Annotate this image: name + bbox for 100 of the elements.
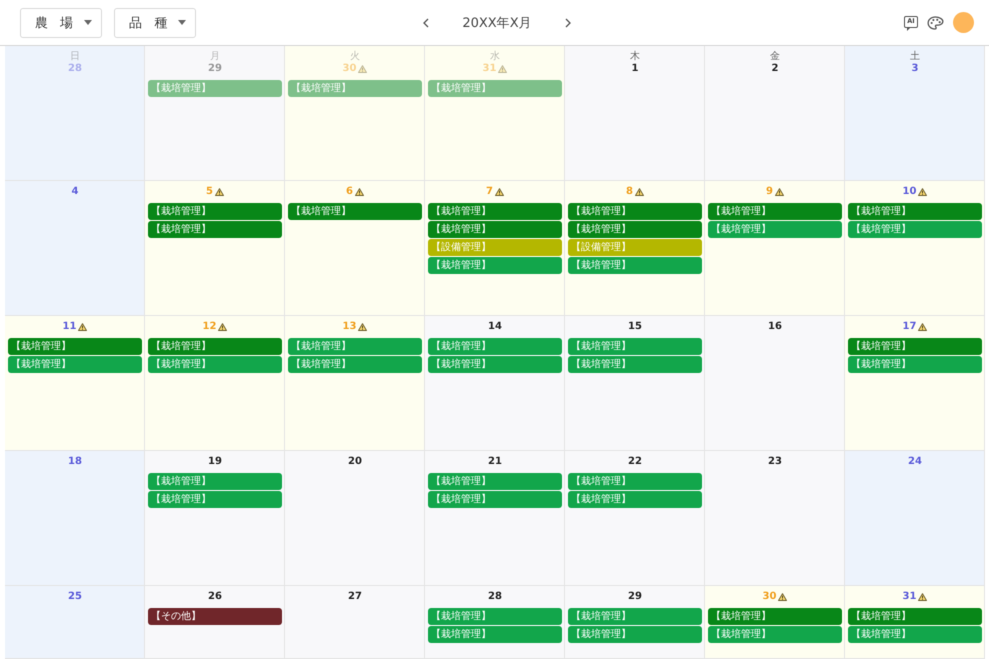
calendar-event[interactable]: 【栽培管理】 (568, 608, 702, 625)
date-number: 30 (762, 591, 776, 603)
date-number: 15 (628, 321, 642, 333)
filter-dropdown[interactable]: 品 種 (114, 8, 196, 38)
calendar-event[interactable]: 【栽培管理】 (428, 221, 562, 238)
calendar-event[interactable]: 【栽培管理】 (848, 338, 982, 355)
calendar-event[interactable]: 【栽培管理】 (428, 338, 562, 355)
calendar-event[interactable]: 【栽培管理】 (148, 491, 282, 508)
warning-icon (918, 593, 928, 601)
calendar-event[interactable]: 【栽培管理】 (708, 203, 842, 220)
calendar-event[interactable]: 【栽培管理】 (568, 356, 702, 373)
month-title: 20XX年X月 (462, 14, 532, 32)
calendar-event[interactable]: 【栽培管理】 (8, 356, 142, 373)
calendar-event[interactable]: 【栽培管理】 (428, 80, 562, 97)
calendar-event[interactable]: 【栽培管理】 (428, 491, 562, 508)
weekday-label: 木 (630, 51, 640, 63)
calendar-event[interactable]: 【栽培管理】 (428, 257, 562, 274)
weekday-label: 日 (70, 51, 80, 63)
calendar-event[interactable]: 【栽培管理】 (568, 221, 702, 238)
chevron-left-icon (423, 18, 430, 28)
calendar-event[interactable]: 【栽培管理】 (428, 356, 562, 373)
date-number: 21 (488, 456, 502, 468)
calendar-event[interactable]: 【栽培管理】 (568, 203, 702, 220)
warning-icon (774, 188, 784, 196)
warning-icon (498, 65, 508, 73)
calendar-event[interactable]: 【栽培管理】 (848, 221, 982, 238)
calendar-event[interactable]: 【栽培管理】 (148, 203, 282, 220)
warning-icon (214, 188, 224, 196)
date-number: 23 (768, 456, 782, 468)
caret-icon (178, 20, 186, 25)
date-number: 28 (68, 63, 82, 75)
calendar-event[interactable]: 【栽培管理】 (148, 80, 282, 97)
date-number: 14 (488, 321, 502, 333)
date-number: 7 (486, 186, 493, 198)
date-number: 1 (632, 63, 638, 75)
calendar-event[interactable]: 【栽培管理】 (148, 221, 282, 238)
calendar-event[interactable]: 【栽培管理】 (428, 608, 562, 625)
date-number: 8 (626, 186, 633, 198)
date-number: 13 (342, 321, 356, 333)
date-number: 28 (488, 591, 502, 603)
warning-icon (494, 188, 504, 196)
calendar-event[interactable]: 【栽培管理】 (288, 338, 422, 355)
weekday-label: 水 (490, 51, 500, 63)
calendar-event[interactable]: 【その他】 (148, 608, 282, 625)
calendar-event[interactable]: 【栽培管理】 (708, 608, 842, 625)
calendar-event[interactable]: 【栽培管理】 (848, 356, 982, 373)
palette-icon[interactable] (927, 16, 944, 30)
date-number: 20 (348, 456, 362, 468)
weekday-label: 月 (210, 51, 220, 63)
date-number: 29 (208, 63, 222, 75)
calendar-event[interactable]: 【栽培管理】 (148, 473, 282, 490)
warning-icon (778, 593, 788, 601)
date-number: 5 (206, 186, 213, 198)
date-number: 26 (208, 591, 222, 603)
warning-icon (358, 65, 368, 73)
warning-icon (78, 323, 88, 331)
date-number: 9 (766, 186, 773, 198)
warning-icon (918, 323, 928, 331)
calendar-event[interactable]: 【栽培管理】 (568, 257, 702, 274)
calendar-event[interactable]: 【栽培管理】 (848, 608, 982, 625)
calendar-event[interactable]: 【栽培管理】 (148, 356, 282, 373)
calendar-event[interactable]: 【栽培管理】 (288, 80, 422, 97)
warning-icon (354, 188, 364, 196)
date-number: 24 (908, 456, 922, 468)
calendar-event[interactable]: 【栽培管理】 (428, 626, 562, 643)
warning-icon (218, 323, 228, 331)
calendar-event[interactable]: 【栽培管理】 (848, 203, 982, 220)
date-number: 29 (628, 591, 642, 603)
date-number: 27 (348, 591, 362, 603)
date-number: 16 (768, 321, 782, 333)
chevron-right-icon (564, 18, 571, 28)
date-number: 10 (902, 186, 916, 198)
calendar-event[interactable]: 【栽培管理】 (568, 491, 702, 508)
calendar-event[interactable]: 【栽培管理】 (568, 473, 702, 490)
date-number: 31 (482, 63, 496, 75)
calendar-event[interactable]: 【栽培管理】 (8, 338, 142, 355)
calendar-event[interactable]: 【栽培管理】 (288, 356, 422, 373)
caret-icon (84, 20, 92, 25)
date-number: 11 (62, 321, 76, 333)
calendar-event[interactable]: 【栽培管理】 (568, 338, 702, 355)
calendar-event[interactable]: 【栽培管理】 (708, 221, 842, 238)
warning-icon (358, 323, 368, 331)
calendar-event[interactable]: 【栽培管理】 (428, 473, 562, 490)
calendar-event[interactable]: 【栽培管理】 (288, 203, 422, 220)
date-number: 4 (72, 186, 78, 198)
calendar-event[interactable]: 【設備管理】 (428, 239, 562, 256)
date-number: 6 (346, 186, 353, 198)
calendar-event[interactable]: 【設備管理】 (568, 239, 702, 256)
warning-icon (918, 188, 928, 196)
weekday-label: 金 (770, 51, 780, 63)
calendar-event[interactable]: 【栽培管理】 (148, 338, 282, 355)
date-number: 19 (208, 456, 222, 468)
date-number: 17 (902, 321, 916, 333)
calendar-event[interactable]: 【栽培管理】 (428, 203, 562, 220)
filter-dropdown[interactable]: 農 場 (20, 8, 102, 38)
calendar-event[interactable]: 【栽培管理】 (848, 626, 982, 643)
weekday-label: 火 (350, 51, 360, 63)
calendar-event[interactable]: 【栽培管理】 (708, 626, 842, 643)
calendar-event[interactable]: 【栽培管理】 (568, 626, 702, 643)
date-number: 31 (902, 591, 916, 603)
